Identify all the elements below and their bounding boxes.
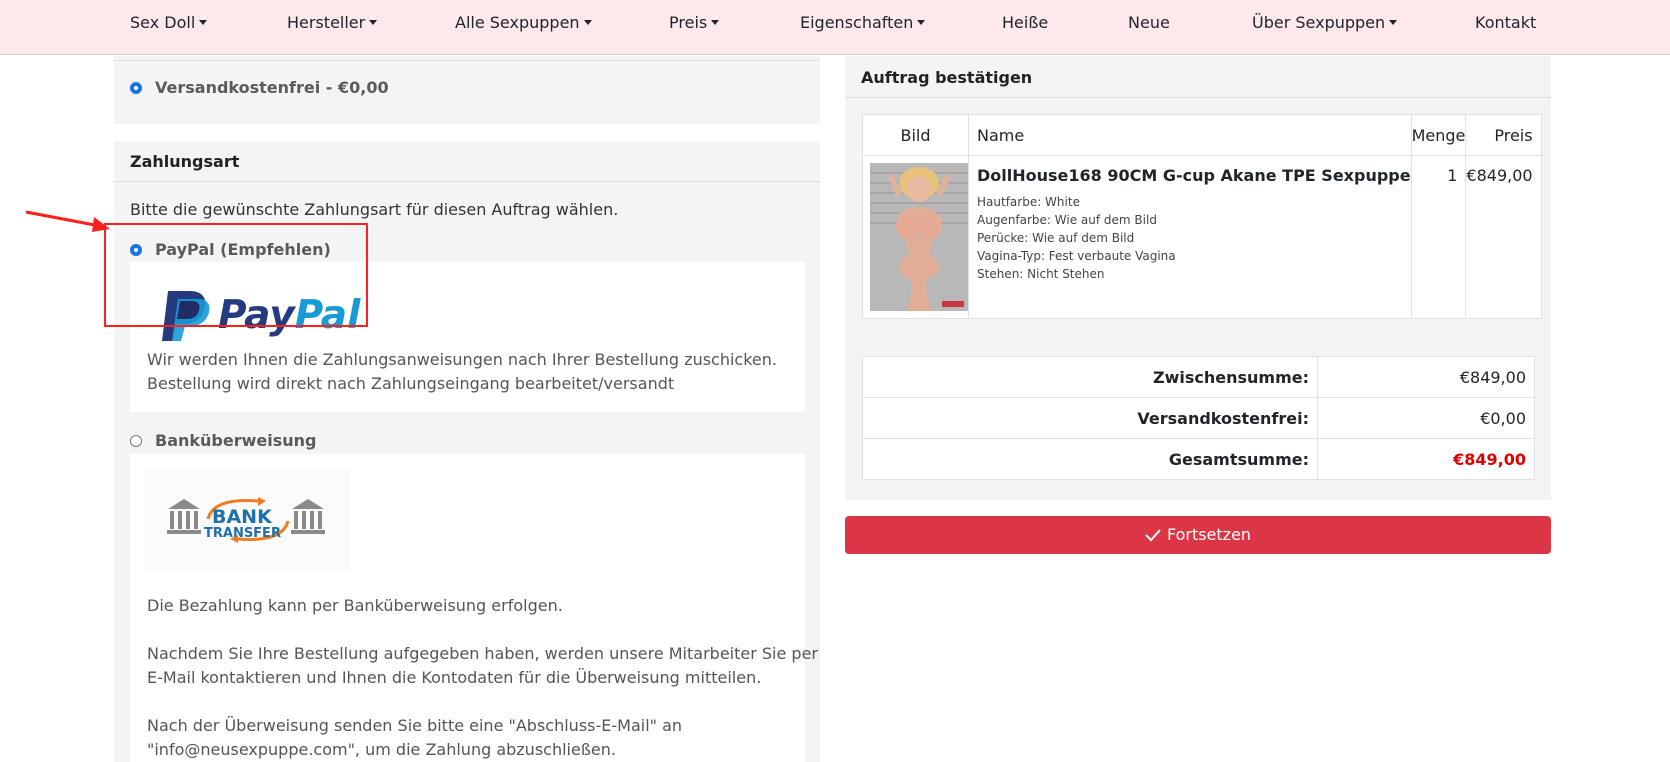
totals-row-subtotal: Zwischensumme: €849,00 bbox=[862, 356, 1535, 398]
checkmark-icon bbox=[1145, 529, 1161, 542]
product-attribute: Hautfarbe: White bbox=[977, 195, 1080, 209]
continue-button[interactable]: Fortsetzen bbox=[845, 516, 1551, 554]
bank-desc-3-line1: Nach der Überweisung senden Sie bitte ei… bbox=[147, 716, 683, 735]
nav-label: Neue bbox=[1128, 13, 1170, 32]
bank-transfer-logo: BANK TRANSFER bbox=[144, 467, 350, 571]
chevron-down-icon bbox=[917, 20, 926, 25]
product-attribute: Vagina-Typ: Fest verbaute Vagina bbox=[977, 249, 1176, 263]
paypal-desc-line2: Bestellung wird direkt nach Zahlungseing… bbox=[147, 374, 675, 393]
top-navbar: Sex Doll Hersteller Alle Sexpuppen Preis… bbox=[0, 0, 1670, 55]
nav-label: Kontakt bbox=[1475, 13, 1537, 32]
nav-item-eigenschaften[interactable]: Eigenschaften bbox=[800, 0, 926, 46]
nav-label: Eigenschaften bbox=[800, 13, 914, 32]
table-row: DollHouse168 90CM G-cup Akane TPE Sexpup… bbox=[862, 155, 1542, 319]
shipping-radio-free[interactable] bbox=[130, 82, 142, 94]
bank-building-icon bbox=[291, 499, 325, 534]
chevron-down-icon bbox=[711, 20, 720, 25]
product-name[interactable]: DollHouse168 90CM G-cup Akane TPE Sexpup… bbox=[977, 166, 1411, 185]
column-header-image: Bild bbox=[862, 114, 969, 156]
subtotal-label: Zwischensumme: bbox=[862, 356, 1318, 398]
divider bbox=[114, 60, 820, 61]
grand-total-label: Gesamtsumme: bbox=[862, 438, 1318, 480]
totals-row-shipping: Versandkostenfrei: €0,00 bbox=[862, 397, 1535, 439]
bank-logo-text-1: BANK bbox=[212, 506, 272, 528]
nav-label: Heiße bbox=[1002, 13, 1049, 32]
nav-label: Preis bbox=[669, 13, 708, 32]
nav-item-heisse[interactable]: Heiße bbox=[1002, 0, 1048, 46]
table-header-row: Bild Name Menge Preis bbox=[862, 114, 1542, 156]
product-attribute: Stehen: Nicht Stehen bbox=[977, 267, 1105, 281]
order-totals-table: Zwischensumme: €849,00 Versandkostenfrei… bbox=[862, 356, 1535, 480]
chevron-down-icon bbox=[369, 20, 378, 25]
product-qty: 1 bbox=[1410, 155, 1467, 319]
annotation-arrow-icon bbox=[25, 210, 110, 232]
nav-item-ueber-sexpuppen[interactable]: Über Sexpuppen bbox=[1252, 0, 1398, 46]
chevron-down-icon bbox=[199, 20, 208, 25]
nav-item-alle-sexpuppen[interactable]: Alle Sexpuppen bbox=[455, 0, 592, 46]
column-header-name: Name bbox=[968, 114, 1412, 156]
bank-transfer-radio[interactable] bbox=[130, 435, 142, 447]
payment-title: Zahlungsart bbox=[130, 152, 240, 171]
divider bbox=[845, 97, 1551, 98]
product-image[interactable] bbox=[870, 163, 968, 311]
bank-logo-text-2: TRANSFER bbox=[204, 526, 281, 541]
bank-transfer-label: Banküberweisung bbox=[155, 431, 317, 450]
shipping-total-label: Versandkostenfrei: bbox=[862, 397, 1318, 439]
bank-building-icon bbox=[167, 499, 201, 534]
order-title: Auftrag bestätigen bbox=[861, 68, 1033, 87]
divider bbox=[114, 181, 820, 182]
nav-label: Über Sexpuppen bbox=[1252, 13, 1386, 32]
shipping-option-label: Versandkostenfrei - €0,00 bbox=[155, 78, 389, 97]
product-details-cell: DollHouse168 90CM G-cup Akane TPE Sexpup… bbox=[968, 155, 1412, 319]
product-image-cell bbox=[862, 155, 969, 319]
nav-label: Sex Doll bbox=[130, 13, 196, 32]
nav-item-sex-doll[interactable]: Sex Doll bbox=[130, 0, 208, 46]
chevron-down-icon bbox=[1389, 20, 1398, 25]
paypal-desc-line1: Wir werden Ihnen die Zahlungsanweisungen… bbox=[147, 350, 777, 369]
nav-label: Hersteller bbox=[287, 13, 366, 32]
bank-desc-1: Die Bezahlung kann per Banküberweisung e… bbox=[147, 596, 563, 615]
nav-item-neue[interactable]: Neue bbox=[1128, 0, 1170, 46]
payment-instruction: Bitte die gewünschte Zahlungsart für die… bbox=[130, 200, 619, 219]
totals-row-grand-total: Gesamtsumme: €849,00 bbox=[862, 438, 1535, 480]
bank-desc-2-line1: Nachdem Sie Ihre Bestellung aufgegeben h… bbox=[147, 644, 818, 663]
product-attribute: Augenfarbe: Wie auf dem Bild bbox=[977, 213, 1157, 227]
grand-total-value: €849,00 bbox=[1317, 438, 1535, 480]
shipping-total-value: €0,00 bbox=[1317, 397, 1535, 439]
bank-desc-3-line2: "info@neusexpuppe.com", um die Zahlung a… bbox=[147, 740, 616, 759]
continue-button-label: Fortsetzen bbox=[1166, 525, 1252, 544]
product-attribute: Perücke: Wie auf dem Bild bbox=[977, 231, 1135, 245]
annotation-highlight-box bbox=[104, 223, 368, 327]
column-header-qty: Menge bbox=[1410, 114, 1467, 156]
subtotal-value: €849,00 bbox=[1317, 356, 1535, 398]
order-items-table: Bild Name Menge Preis DollHouse168 90CM … bbox=[862, 114, 1542, 319]
column-header-price: Preis bbox=[1465, 114, 1542, 156]
nav-item-kontakt[interactable]: Kontakt bbox=[1475, 0, 1536, 46]
nav-label: Alle Sexpuppen bbox=[455, 13, 580, 32]
nav-item-hersteller[interactable]: Hersteller bbox=[287, 0, 378, 46]
product-price: €849,00 bbox=[1465, 155, 1542, 319]
bank-desc-2-line2: E-Mail kontaktieren und Ihnen die Kontod… bbox=[147, 668, 762, 687]
nav-item-preis[interactable]: Preis bbox=[669, 0, 720, 46]
chevron-down-icon bbox=[583, 20, 592, 25]
